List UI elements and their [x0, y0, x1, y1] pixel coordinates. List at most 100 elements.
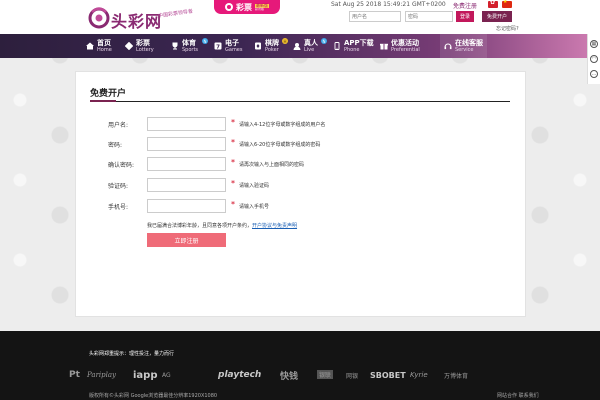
promo-tags: 最新版 彩讯版: [255, 3, 269, 11]
username-field[interactable]: [147, 117, 226, 131]
nav-sublabel: Service: [455, 47, 474, 54]
field-label: 密码:: [108, 142, 123, 149]
form-row-password: 密码: * 请输入6-20位字母或数字组成的密码: [76, 137, 527, 151]
captcha-field[interactable]: [147, 178, 226, 192]
nav-sublabel: Poker: [265, 47, 279, 54]
nav-label: 首页: [97, 38, 111, 47]
nav-item-sports[interactable]: 体育 Sports N: [171, 34, 208, 58]
nav-item-promotions[interactable]: 优惠活动 Preferential: [380, 34, 420, 58]
page-title: 免费开户: [90, 89, 127, 99]
field-hint: 请输入验证码: [239, 183, 270, 189]
nav-sublabel: Live: [304, 47, 315, 54]
partner-logo-ag: AG: [162, 371, 171, 379]
simplified-chinese-flag-icon[interactable]: [502, 0, 512, 8]
field-label: 用户名:: [108, 122, 129, 129]
partner-logos: Pt Pariplay iapp AG playtech 快钱 银联 网银 SB…: [69, 367, 539, 383]
logo-swirl-icon: [88, 7, 110, 29]
qr-code-icon[interactable]: ▦: [590, 40, 598, 49]
nav-sublabel: Lottery: [136, 47, 154, 54]
submit-registration-button[interactable]: 立即注册: [147, 233, 226, 247]
partner-logo-pt: Pt: [69, 370, 80, 380]
field-label: 手机号:: [108, 204, 129, 211]
nav-item-games[interactable]: 7 电子 Games: [214, 34, 243, 58]
required-mark: *: [231, 200, 235, 209]
confirm-password-field[interactable]: [147, 157, 226, 171]
site-footer: 头彩网郑重提示：理性投注，量力而行 Pt Pariplay iapp AG pl…: [0, 331, 600, 400]
username-input[interactable]: [349, 11, 401, 22]
required-mark: *: [231, 138, 235, 147]
partner-logo-wanbo: 万博体育: [444, 372, 469, 380]
register-link[interactable]: 免费注册: [453, 1, 477, 10]
footer-links[interactable]: 网站合作 联系我们: [497, 392, 539, 399]
forgot-password-link[interactable]: 忘记密码?: [496, 25, 519, 32]
logo-slogan: 中国彩票领导者: [157, 8, 194, 20]
main-nav: 首页 Home 彩票 Lottery 体育 Sports N 7 电子 Game…: [0, 34, 600, 58]
register-button[interactable]: 免费开户: [482, 11, 512, 22]
partner-logo-unionpay: 银联: [317, 370, 334, 379]
agreement-text: 我已届满合法博彩年龄，且同意各项开户条约，开户协议与免责声明: [147, 222, 297, 229]
nav-label: 在线客服: [455, 38, 483, 47]
new-badge: N: [202, 38, 208, 44]
chat-icon[interactable]: …: [590, 69, 598, 78]
home-icon: [86, 42, 94, 50]
nav-item-poker[interactable]: 棋牌 Poker H: [254, 34, 288, 58]
partner-logo-netbank: 网银: [346, 372, 359, 380]
nav-label: 体育: [182, 38, 196, 47]
logo-text: 头彩网: [111, 12, 163, 31]
nav-label: 彩票: [136, 38, 150, 47]
nav-sublabel: Games: [225, 47, 243, 54]
partner-logo-kyrie: Kyrie: [410, 371, 428, 379]
svg-text:7: 7: [216, 44, 220, 50]
agreement-link[interactable]: 开户协议与免责声明: [252, 223, 297, 229]
nav-sublabel: Preferential: [391, 47, 420, 54]
field-label: 确认密码:: [108, 162, 135, 169]
login-button[interactable]: 登录: [456, 11, 474, 22]
poker-icon: [254, 42, 262, 50]
lottery-icon: [125, 42, 133, 50]
title-underline: [90, 100, 116, 102]
nav-item-live[interactable]: 真人 Live N: [293, 34, 327, 58]
form-row-confirm-password: 确认密码: * 请再次输入与上面相同的密码: [76, 157, 527, 171]
field-hint: 请输入手机号: [239, 204, 270, 210]
gift-icon: [380, 42, 388, 50]
registration-panel: 免费开户 用户名: * 请输入4-12位字母或数字组成的用户名 密码: * 请输…: [75, 71, 526, 317]
required-mark: *: [231, 158, 235, 167]
hot-badge: H: [282, 38, 288, 44]
slot-icon: 7: [214, 42, 222, 50]
partner-logo-iapp: iapp: [133, 369, 158, 381]
partner-logo-playtech: playtech: [218, 370, 262, 380]
live-icon: [293, 42, 301, 50]
promo-banner[interactable]: 彩票 最新版 彩讯版: [214, 0, 280, 14]
title-divider: [90, 101, 510, 102]
promo-logo-icon: [225, 3, 233, 11]
service-icon: [444, 42, 452, 50]
site-logo[interactable]: 头彩网 中国彩票领导者: [86, 4, 204, 31]
site-header: 头彩网 中国彩票领导者 彩票 最新版 彩讯版 Sat Aug 25 2018 1…: [0, 0, 600, 34]
phone-field[interactable]: [147, 199, 226, 213]
copyright-text: 版权所有©头彩网 Google浏览器最佳分辨率1920X1080: [89, 393, 218, 399]
form-row-username: 用户名: * 请输入4-12位字母或数字组成的用户名: [76, 117, 527, 131]
nav-item-home[interactable]: 首页 Home: [86, 34, 112, 58]
field-label: 验证码:: [108, 183, 129, 190]
nav-label: 棋牌: [265, 38, 279, 47]
headset-icon[interactable]: ◠: [590, 54, 598, 63]
nav-item-lottery[interactable]: 彩票 Lottery: [125, 34, 154, 58]
required-mark: *: [231, 179, 235, 188]
password-input[interactable]: [405, 11, 453, 22]
nav-label: 优惠活动: [391, 38, 419, 47]
agreement-statement: 我已届满合法博彩年龄，且同意各项开户条约，: [147, 223, 253, 229]
field-hint: 请输入6-20位字母或数字组成的密码: [239, 142, 321, 148]
password-field[interactable]: [147, 137, 226, 151]
traditional-chinese-flag-icon[interactable]: [488, 0, 498, 8]
new-badge: N: [321, 38, 327, 44]
form-row-phone: 手机号: * 请输入手机号: [76, 199, 527, 213]
nav-item-app[interactable]: APP下载 Phone: [333, 34, 374, 58]
nav-sublabel: Home: [97, 47, 112, 54]
nav-item-service[interactable]: 在线客服 Service: [440, 34, 487, 58]
nav-sublabel: Phone: [344, 47, 360, 54]
footer-notice: 头彩网郑重提示：理性投注，量力而行: [89, 351, 175, 357]
nav-label: APP下载: [344, 38, 374, 47]
field-hint: 请再次输入与上面相同的密码: [239, 162, 305, 168]
trophy-icon: [171, 42, 179, 50]
right-float-rail: ▦ ◠ …: [587, 34, 600, 84]
